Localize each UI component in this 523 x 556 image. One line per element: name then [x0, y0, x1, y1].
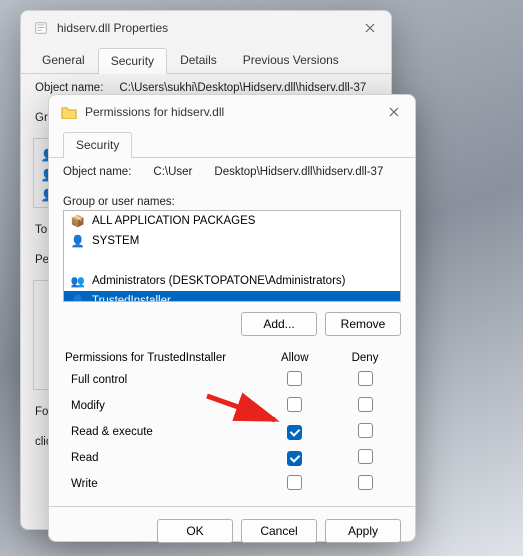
blank-icon [70, 253, 86, 269]
deny-checkbox[interactable] [358, 397, 373, 412]
allow-checkbox[interactable] [287, 425, 302, 440]
perm-name: Modify [65, 394, 258, 418]
apply-button[interactable]: Apply [325, 519, 401, 543]
dlg-object-row: Object name: C:\User Desktop\Hidserv.dll… [49, 158, 415, 186]
list-item[interactable]: 👥 Administrators (DESKTOPATONE\Administra… [64, 271, 400, 291]
groups-label: Group or user names: [63, 196, 175, 208]
allow-checkbox[interactable] [287, 475, 302, 490]
object-label: Object name: [63, 166, 131, 178]
tab-prev-versions[interactable]: Previous Versions [230, 47, 352, 73]
grp-short: Gr [35, 112, 48, 124]
allow-checkbox[interactable] [287, 397, 302, 412]
dlg-titlebar: Permissions for hidserv.dll [49, 95, 415, 129]
titlebar: hidserv.dll Properties [21, 11, 391, 45]
table-row: Modify [65, 394, 399, 418]
window-title: hidserv.dll Properties [57, 21, 347, 35]
perm-for-label: Permissions for TrustedInstaller [65, 352, 226, 364]
allow-checkbox[interactable] [287, 451, 302, 466]
table-row: Read & execute [65, 420, 399, 444]
add-button[interactable]: Add... [241, 312, 317, 336]
list-item[interactable]: 📦 ALL APPLICATION PACKAGES [64, 211, 400, 231]
grp-icon: 👥 [70, 273, 86, 289]
close-icon[interactable] [355, 16, 385, 40]
close-icon[interactable] [379, 100, 409, 124]
pe-short: Pe [35, 254, 49, 266]
tab-general[interactable]: General [29, 47, 98, 73]
permissions-dialog: Permissions for hidserv.dll Security Obj… [48, 94, 416, 542]
object-value: C:\Users\sukhi\Desktop\Hidserv.dll\hidse… [119, 82, 366, 94]
perm-name: Read & execute [65, 420, 258, 444]
allow-checkbox[interactable] [287, 371, 302, 386]
user-icon: 👤 [70, 293, 86, 302]
group-label: TrustedInstaller [92, 295, 171, 302]
allow-header: Allow [260, 350, 329, 366]
for-short: Fo [35, 406, 48, 418]
dlg-title: Permissions for hidserv.dll [85, 105, 371, 119]
groups-list[interactable]: 📦 ALL APPLICATION PACKAGES 👤 SYSTEM 👥 Adminis… [63, 210, 401, 302]
deny-checkbox[interactable] [358, 475, 373, 490]
folder-icon [61, 104, 77, 120]
cancel-button[interactable]: Cancel [241, 519, 317, 543]
object-path-b: Desktop\Hidserv.dll\hidserv.dll-37 [214, 166, 383, 178]
perm-name: Read [65, 446, 258, 470]
permissions-table: Permissions for TrustedInstaller Allow D… [63, 348, 401, 498]
perm-name: Write [65, 472, 258, 496]
tab-security[interactable]: Security [98, 48, 167, 74]
group-label: Administrators (DESKTOPATONE\Administrat… [92, 275, 345, 287]
group-label: SYSTEM [92, 235, 139, 247]
group-label: ALL APPLICATION PACKAGES [92, 215, 255, 227]
dlg-tabs: Security [49, 131, 415, 158]
pkg-icon: 📦 [70, 213, 86, 229]
deny-checkbox[interactable] [358, 371, 373, 386]
table-row: Write [65, 472, 399, 496]
deny-header: Deny [331, 350, 399, 366]
list-item[interactable]: 👤 SYSTEM [64, 231, 400, 251]
deny-checkbox[interactable] [358, 423, 373, 438]
table-row: Full control [65, 368, 399, 392]
tab-security[interactable]: Security [63, 132, 132, 158]
back-tabs: General Security Details Previous Versio… [21, 47, 391, 74]
ok-button[interactable]: OK [157, 519, 233, 543]
object-path-a: C:\User [153, 166, 192, 178]
to-short: To [35, 224, 47, 236]
table-row: Read [65, 446, 399, 470]
deny-checkbox[interactable] [358, 449, 373, 464]
user-icon: 👤 [70, 233, 86, 249]
perm-name: Full control [65, 368, 258, 392]
object-label: Object name: [35, 82, 103, 94]
tab-details[interactable]: Details [167, 47, 230, 73]
file-icon [33, 20, 49, 36]
list-item[interactable] [64, 251, 400, 271]
list-item[interactable]: 👤 TrustedInstaller [64, 291, 400, 302]
remove-button[interactable]: Remove [325, 312, 401, 336]
